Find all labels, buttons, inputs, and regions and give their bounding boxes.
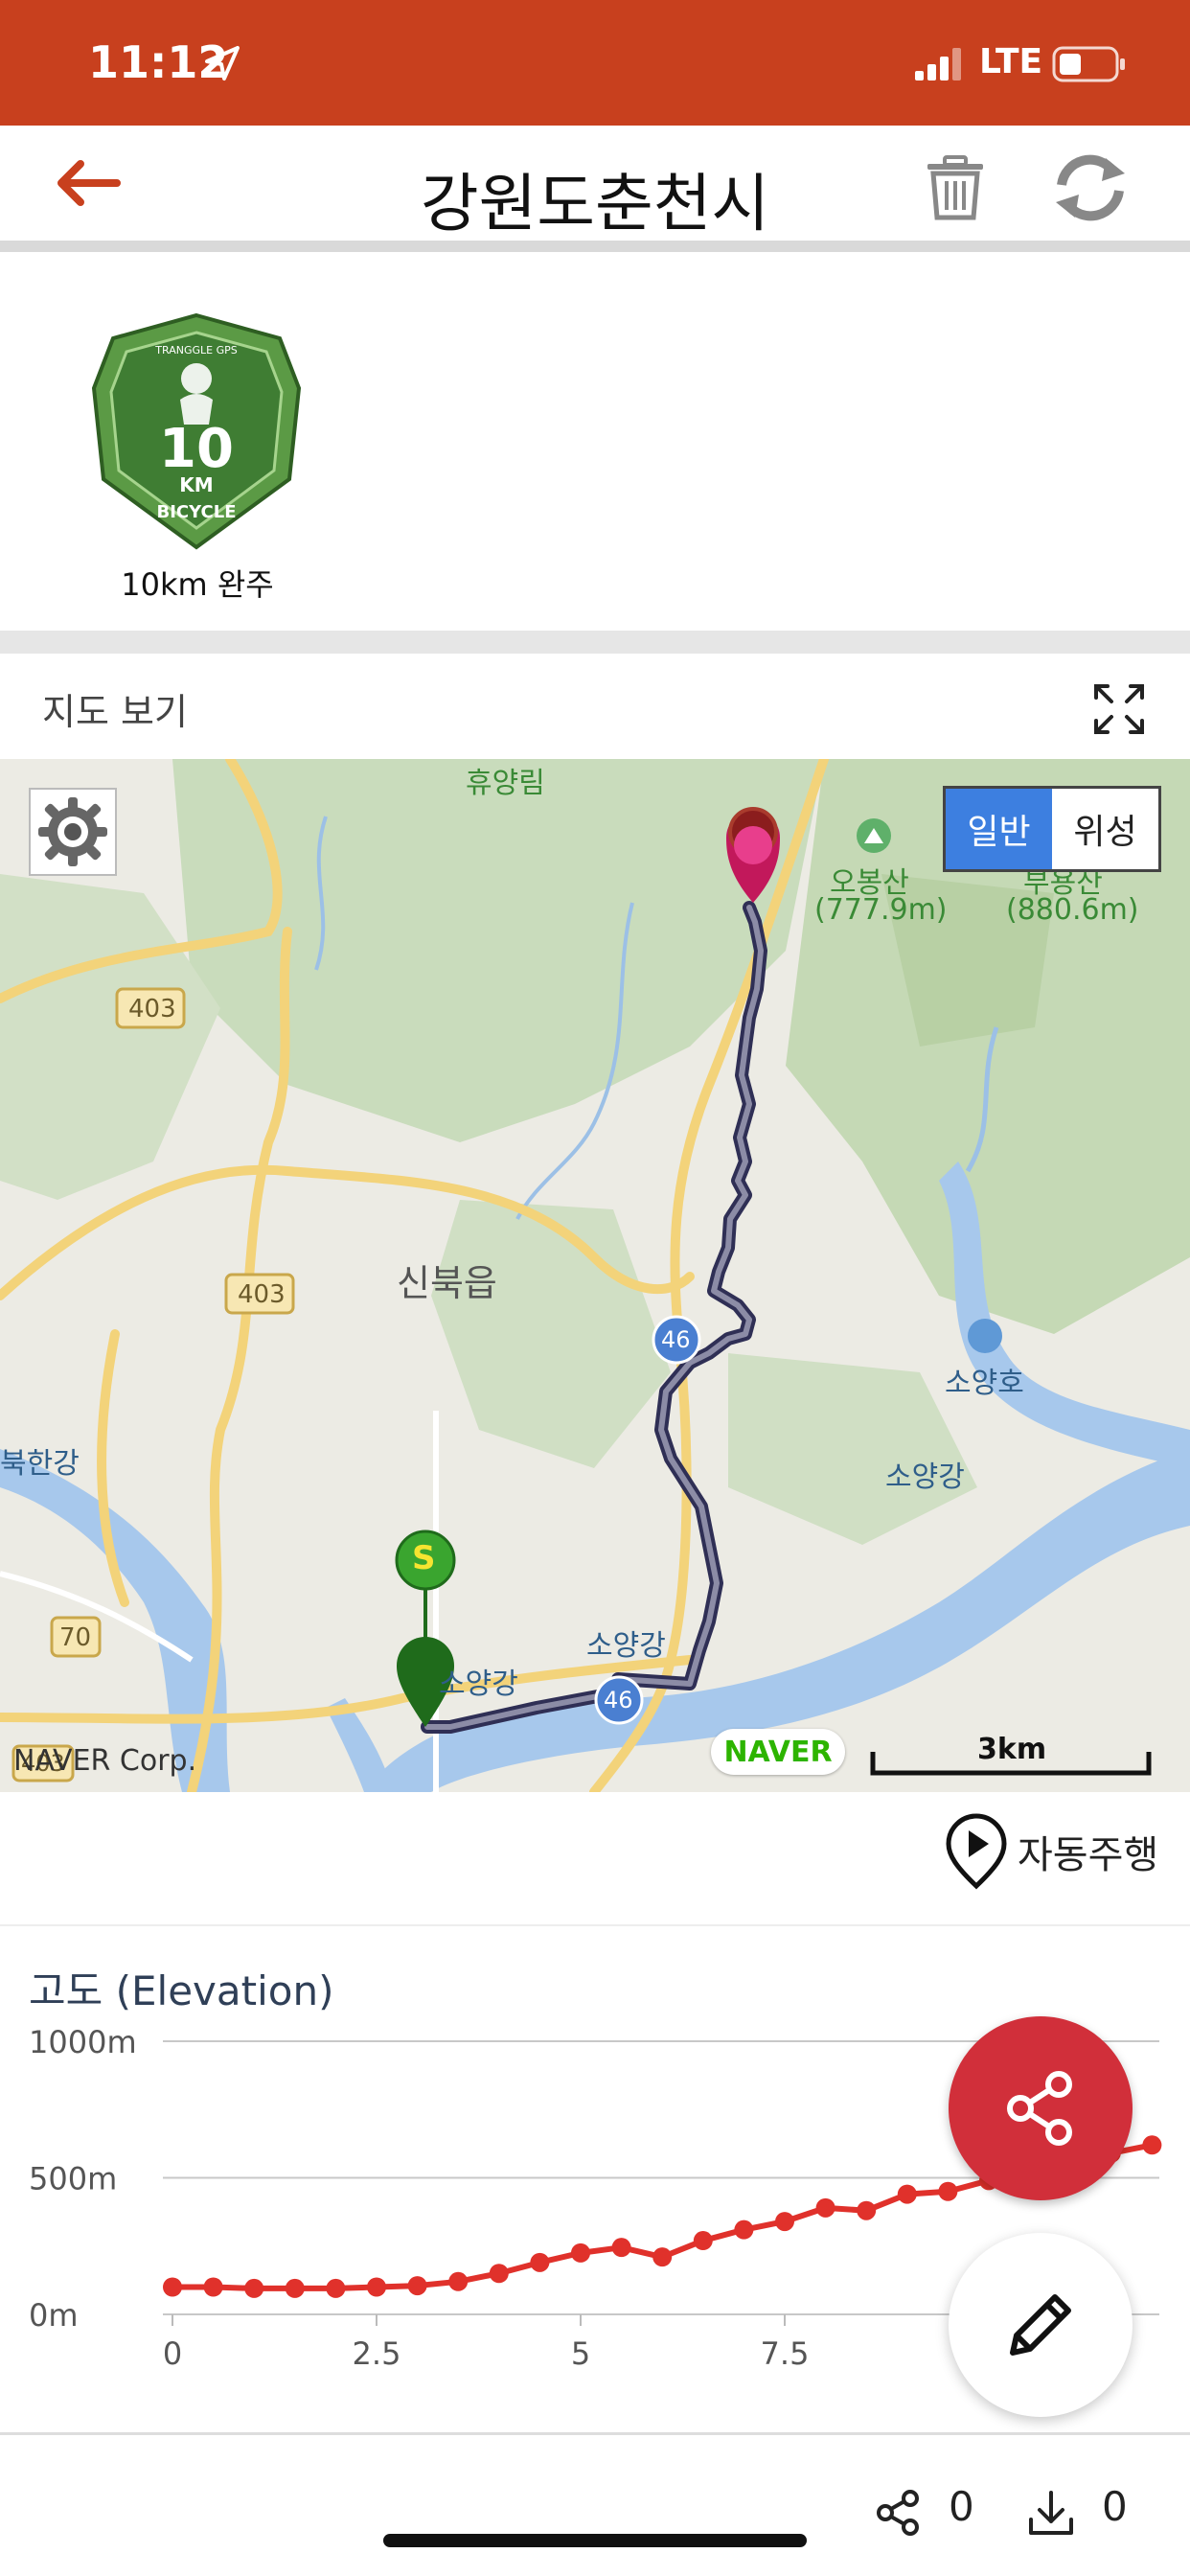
road-label-403-mid: 403 bbox=[238, 1280, 286, 1309]
road-label-70: 70 bbox=[59, 1623, 92, 1652]
elevation-point bbox=[244, 2278, 264, 2298]
map-label-obongsan-height: (777.9m) bbox=[814, 893, 948, 927]
battery-icon bbox=[1052, 46, 1125, 82]
y-tick-label: 1000m bbox=[29, 2024, 137, 2060]
elevation-point bbox=[367, 2277, 386, 2297]
elevation-point bbox=[938, 2181, 958, 2201]
badge-number: 10 bbox=[159, 418, 234, 480]
divider bbox=[0, 631, 1190, 654]
elevation-point bbox=[285, 2278, 305, 2298]
map-label-buyongsan-height: (880.6m) bbox=[1006, 893, 1139, 927]
map-view-label: 지도 보기 bbox=[42, 691, 188, 733]
elevation-point bbox=[815, 2197, 835, 2218]
nav-header: 강원도춘천시 bbox=[0, 126, 1190, 241]
badge-brand: TRANGGLE GPS bbox=[154, 344, 237, 356]
achievement-section: 10 KM TRANGGLE GPS BICYCLE 10km 완주 bbox=[0, 252, 1190, 631]
status-bar: 11:12 LTE bbox=[0, 0, 1190, 126]
x-tick-label: 5 bbox=[571, 2335, 590, 2372]
network-type: LTE bbox=[979, 42, 1043, 81]
fullscreen-icon[interactable] bbox=[1092, 682, 1146, 736]
share-count: 0 bbox=[949, 2483, 974, 2530]
naver-logo: NAVER bbox=[711, 1729, 845, 1775]
y-tick-label: 500m bbox=[29, 2161, 117, 2197]
elevation-point bbox=[857, 2200, 877, 2220]
location-arrow-icon bbox=[205, 46, 240, 80]
elevation-point bbox=[448, 2271, 469, 2291]
road-label-46-north: 46 bbox=[661, 1326, 691, 1353]
edit-fab-button[interactable] bbox=[949, 2233, 1133, 2417]
map-type-toggle: 일반 위성 bbox=[943, 786, 1161, 872]
map-label-recreation: 휴양림 bbox=[466, 767, 545, 800]
road-label-46-south: 46 bbox=[604, 1687, 633, 1714]
elevation-point bbox=[652, 2247, 673, 2267]
elevation-point bbox=[611, 2238, 631, 2258]
page-title: 강원도춘천시 bbox=[420, 167, 770, 241]
elevation-point bbox=[897, 2184, 917, 2204]
map-attribution: NAVER Corp. bbox=[13, 1744, 197, 1778]
elevation-point bbox=[693, 2231, 713, 2251]
elevation-point bbox=[571, 2242, 590, 2263]
share-fab-button[interactable] bbox=[949, 2016, 1133, 2200]
elevation-point bbox=[530, 2252, 550, 2272]
elevation-point bbox=[407, 2276, 427, 2296]
y-tick-label: 0m bbox=[29, 2297, 79, 2334]
share-icon bbox=[1007, 2071, 1072, 2146]
elevation-point bbox=[326, 2278, 346, 2298]
map-label-soyangho: 소양호 bbox=[945, 1367, 1024, 1400]
badge-category: BICYCLE bbox=[157, 502, 237, 522]
signal-icon bbox=[915, 48, 961, 80]
elevation-point bbox=[203, 2277, 223, 2297]
auto-play-label: 자동주행 bbox=[1018, 1833, 1159, 1877]
map-label-soyanggang-west: 소양강 bbox=[439, 1668, 518, 1701]
x-tick-label: 2.5 bbox=[353, 2335, 401, 2372]
map-type-satellite[interactable]: 위성 bbox=[1052, 789, 1158, 869]
map-type-normal[interactable]: 일반 bbox=[946, 789, 1052, 869]
map-label-sinbuk: 신북읍 bbox=[397, 1262, 497, 1304]
map-label-soyanggang-mid: 소양강 bbox=[586, 1629, 666, 1663]
play-pin-icon bbox=[946, 1813, 1007, 1890]
download-icon[interactable] bbox=[1025, 2487, 1077, 2539]
share-count-icon[interactable] bbox=[874, 2489, 922, 2537]
badge-caption: 10km 완주 bbox=[121, 566, 274, 603]
trash-icon[interactable] bbox=[922, 154, 989, 221]
elevation-point bbox=[775, 2212, 794, 2232]
map-scale-bar bbox=[870, 1752, 1152, 1776]
x-tick-label: 0 bbox=[163, 2335, 182, 2372]
map-section-header: 지도 보기 bbox=[0, 654, 1190, 759]
home-indicator bbox=[383, 2534, 807, 2547]
x-tick-label: 7.5 bbox=[761, 2335, 810, 2372]
auto-play-button[interactable]: 자동주행 bbox=[943, 1813, 1158, 1890]
map-label-soyanggang-east: 소양강 bbox=[885, 1460, 965, 1494]
gear-icon bbox=[38, 797, 107, 866]
map-settings-button[interactable] bbox=[29, 788, 117, 876]
map-label-bukhangang: 북한강 bbox=[0, 1447, 80, 1481]
start-marker-label: S bbox=[412, 1539, 436, 1577]
footer-bar: 0 0 bbox=[0, 2435, 1190, 2576]
route-map[interactable]: S 휴양림 오봉산 (777.9m) 부용산 (880.6m) 신북읍 소양호 … bbox=[0, 759, 1190, 1792]
pencil-icon bbox=[1010, 2294, 1071, 2356]
elevation-point bbox=[734, 2220, 754, 2240]
road-label-403-north: 403 bbox=[128, 995, 176, 1024]
elevation-point bbox=[1142, 2135, 1162, 2155]
bicycle-10km-badge-icon[interactable]: 10 KM TRANGGLE GPS BICYCLE bbox=[88, 311, 305, 551]
download-count: 0 bbox=[1102, 2483, 1128, 2530]
refresh-icon[interactable] bbox=[1046, 152, 1134, 223]
elevation-point bbox=[163, 2277, 182, 2297]
badge-unit: KM bbox=[179, 473, 213, 496]
elevation-point bbox=[489, 2264, 509, 2284]
divider bbox=[0, 241, 1190, 252]
